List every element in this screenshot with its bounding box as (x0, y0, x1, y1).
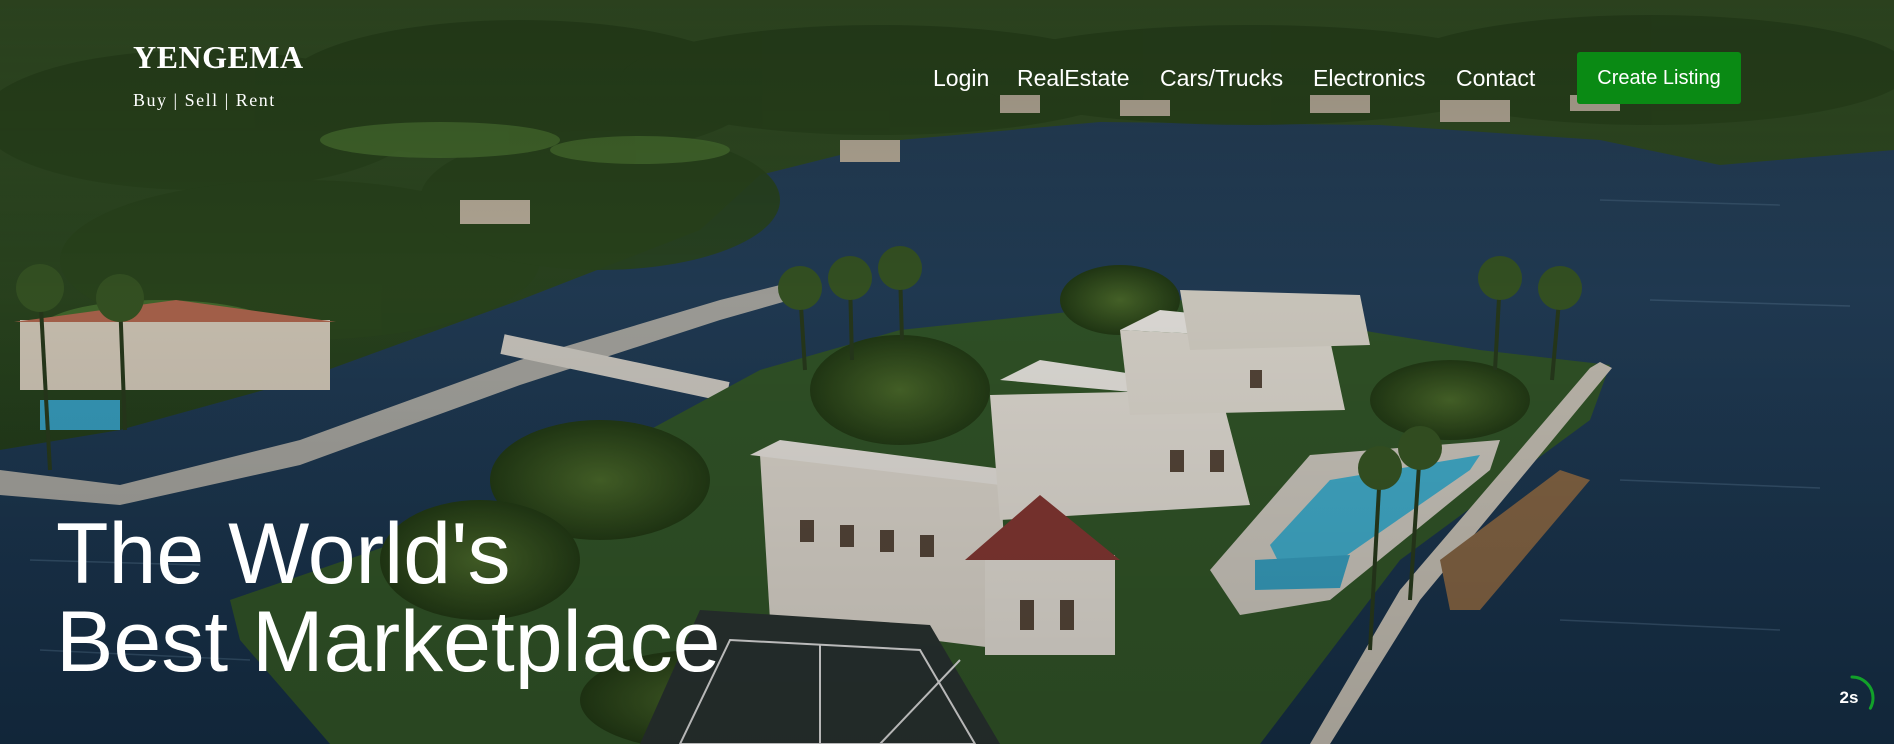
nav-link-contact[interactable]: Contact (1456, 64, 1535, 92)
hero-headline: The World's Best Marketplace (56, 510, 720, 686)
hero-headline-line-1: The World's (56, 506, 511, 602)
nav-link-realestate[interactable]: RealEstate (1017, 64, 1130, 92)
nav-link-login[interactable]: Login (933, 64, 989, 92)
slider-timer[interactable]: 2s (1826, 672, 1878, 724)
hero-section: YENGEMA Buy | Sell | Rent Login RealEsta… (0, 0, 1894, 744)
hero-headline-line-2: Best Marketplace (56, 594, 721, 690)
nav-link-cars-trucks[interactable]: Cars/Trucks (1160, 64, 1283, 92)
nav-link-electronics[interactable]: Electronics (1313, 64, 1425, 92)
main-navigation: Login RealEstate Cars/Trucks Electronics… (0, 52, 1894, 104)
create-listing-button[interactable]: Create Listing (1577, 52, 1741, 104)
timer-label: 2s (1839, 688, 1859, 707)
